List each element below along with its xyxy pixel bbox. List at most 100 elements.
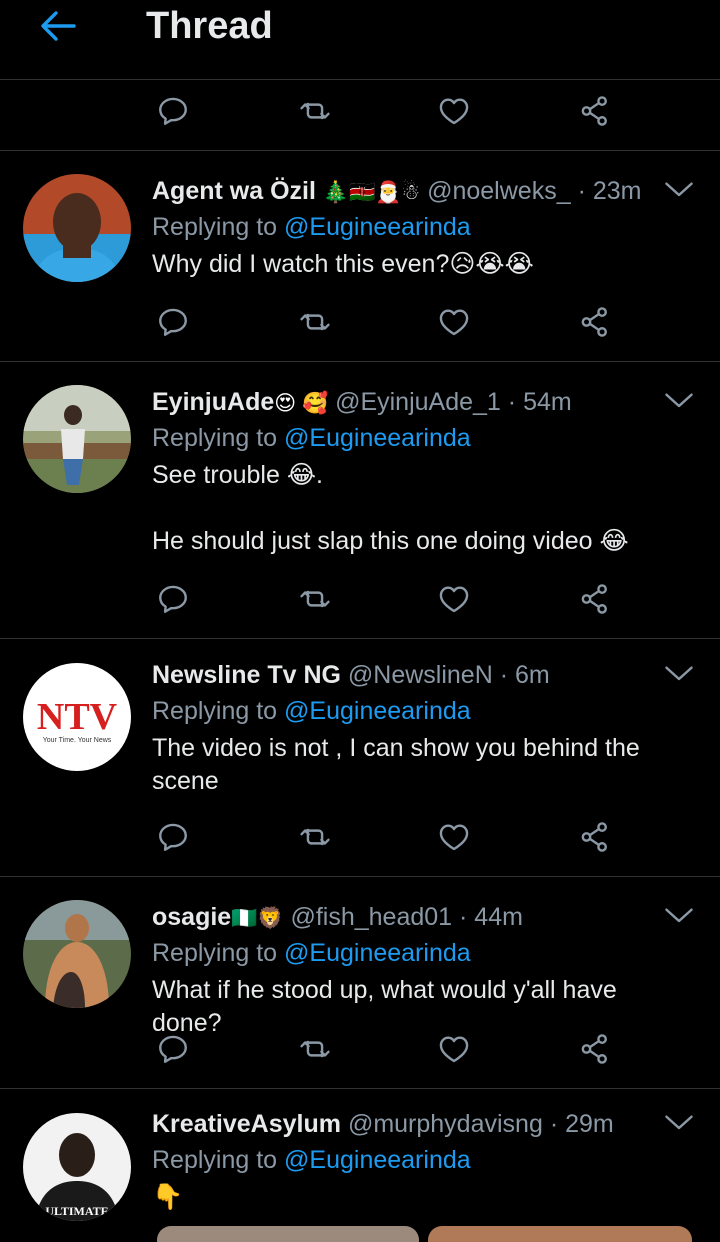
chevron-down-icon[interactable] bbox=[664, 904, 694, 928]
name-emoji: 😍 🥰 bbox=[274, 392, 329, 415]
replying-label: Replying to bbox=[152, 1146, 285, 1174]
timestamp: · 29m bbox=[549, 1110, 614, 1138]
like-icon bbox=[437, 820, 471, 854]
tweet-line: He should just slap this one doing video… bbox=[152, 527, 629, 555]
media-thumbnail[interactable] bbox=[157, 1226, 419, 1242]
reply-button[interactable] bbox=[153, 91, 193, 131]
tweet-actions bbox=[0, 817, 720, 877]
tweet-actions bbox=[0, 1029, 720, 1089]
retweet-icon bbox=[298, 305, 332, 339]
chevron-down-icon[interactable] bbox=[664, 1111, 694, 1135]
share-button[interactable] bbox=[575, 91, 615, 131]
share-button[interactable] bbox=[575, 817, 615, 857]
chevron-down-icon[interactable] bbox=[664, 662, 694, 686]
tweet-line: See trouble 😂. bbox=[152, 461, 323, 489]
arrow-left-icon bbox=[41, 11, 76, 41]
like-icon bbox=[437, 94, 471, 128]
replying-label: Replying to bbox=[152, 213, 285, 241]
replying-to: Replying to @Eugineearinda bbox=[152, 694, 471, 728]
back-button[interactable] bbox=[38, 8, 78, 44]
share-icon bbox=[578, 820, 612, 854]
divider bbox=[0, 150, 720, 151]
tweet-header: Agent wa Özil 🎄🇰🇪🎅☃ @noelweks_ · 23m bbox=[152, 174, 641, 208]
reply-icon bbox=[156, 94, 190, 128]
tweet-actions bbox=[0, 91, 720, 151]
replying-to: Replying to @Eugineearinda bbox=[152, 210, 471, 244]
like-button[interactable] bbox=[434, 817, 474, 857]
display-name[interactable]: Newsline Tv NG bbox=[152, 661, 341, 689]
tweet-actions bbox=[0, 302, 720, 362]
retweet-button[interactable] bbox=[295, 91, 335, 131]
timestamp: · 23m bbox=[577, 177, 642, 205]
display-name[interactable]: osagie bbox=[152, 903, 231, 931]
like-button[interactable] bbox=[434, 91, 474, 131]
avatar[interactable]: NTV Your Time. Your News bbox=[23, 663, 131, 771]
name-emoji: 🎄🇰🇪🎅☃ bbox=[322, 181, 421, 204]
mention-link[interactable]: @Eugineearinda bbox=[284, 939, 471, 967]
reply-button[interactable] bbox=[153, 817, 193, 857]
like-button[interactable] bbox=[434, 1029, 474, 1069]
username[interactable]: @noelweks_ bbox=[427, 177, 571, 205]
avatar-logo: NTV bbox=[37, 696, 118, 738]
divider bbox=[0, 638, 720, 639]
name-emoji: 🇳🇬🦁 bbox=[231, 907, 284, 930]
retweet-button[interactable] bbox=[295, 1029, 335, 1069]
share-button[interactable] bbox=[575, 579, 615, 619]
avatar[interactable] bbox=[23, 900, 131, 1008]
media-thumbnail[interactable] bbox=[428, 1226, 692, 1242]
like-icon bbox=[437, 305, 471, 339]
avatar-shirt-text: ULTIMATE bbox=[45, 1204, 108, 1218]
username[interactable]: @EyinjuAde_1 bbox=[335, 388, 501, 416]
tweet-text: 👇 bbox=[152, 1181, 692, 1214]
avatar[interactable] bbox=[23, 174, 131, 282]
display-name[interactable]: Agent wa Özil bbox=[152, 177, 316, 205]
mention-link[interactable]: @Eugineearinda bbox=[284, 1146, 471, 1174]
tweet-header: Newsline Tv NG @NewslineN · 6m bbox=[152, 658, 550, 692]
share-icon bbox=[578, 1032, 612, 1066]
chevron-down-icon[interactable] bbox=[664, 178, 694, 202]
avatar[interactable] bbox=[23, 385, 131, 493]
share-icon bbox=[578, 582, 612, 616]
reply-button[interactable] bbox=[153, 579, 193, 619]
tweet-line: Why did I watch this even?😥😭😭 bbox=[152, 250, 534, 278]
mention-link[interactable]: @Eugineearinda bbox=[284, 213, 471, 241]
share-button[interactable] bbox=[575, 302, 615, 342]
username[interactable]: @murphydavisng bbox=[348, 1110, 543, 1138]
mention-link[interactable]: @Eugineearinda bbox=[284, 697, 471, 725]
like-button[interactable] bbox=[434, 302, 474, 342]
username[interactable]: @fish_head01 bbox=[290, 903, 452, 931]
reply-button[interactable] bbox=[153, 1029, 193, 1069]
username[interactable]: @NewslineN bbox=[348, 661, 493, 689]
replying-label: Replying to bbox=[152, 939, 285, 967]
reply-icon bbox=[156, 582, 190, 616]
display-name[interactable]: KreativeAsylum bbox=[152, 1110, 341, 1138]
reply-button[interactable] bbox=[153, 302, 193, 342]
retweet-button[interactable] bbox=[295, 579, 335, 619]
like-icon bbox=[437, 582, 471, 616]
tweet-header: osagie🇳🇬🦁 @fish_head01 · 44m bbox=[152, 900, 523, 934]
retweet-icon bbox=[298, 1032, 332, 1066]
share-button[interactable] bbox=[575, 1029, 615, 1069]
tweet-line: 👇 bbox=[152, 1183, 184, 1211]
display-name[interactable]: EyinjuAde bbox=[152, 388, 274, 416]
avatar[interactable]: ULTIMATE bbox=[23, 1113, 131, 1221]
timestamp: · 6m bbox=[499, 661, 550, 689]
like-button[interactable] bbox=[434, 579, 474, 619]
replying-to: Replying to @Eugineearinda bbox=[152, 421, 471, 455]
retweet-button[interactable] bbox=[295, 817, 335, 857]
retweet-button[interactable] bbox=[295, 302, 335, 342]
replying-label: Replying to bbox=[152, 697, 285, 725]
timestamp: · 54m bbox=[507, 388, 572, 416]
mention-link[interactable]: @Eugineearinda bbox=[284, 424, 471, 452]
timestamp: · 44m bbox=[459, 903, 523, 931]
tweet-text: Why did I watch this even?😥😭😭 bbox=[152, 248, 692, 281]
share-icon bbox=[578, 305, 612, 339]
avatar-tagline: Your Time. Your News bbox=[43, 737, 112, 744]
tweet-text: The video is not , I can show you behind… bbox=[152, 732, 652, 798]
chevron-down-icon[interactable] bbox=[664, 389, 694, 413]
divider bbox=[0, 876, 720, 877]
reply-icon bbox=[156, 1032, 190, 1066]
tweet-header: KreativeAsylum @murphydavisng · 29m bbox=[152, 1107, 614, 1141]
reply-icon bbox=[156, 305, 190, 339]
replying-label: Replying to bbox=[152, 424, 285, 452]
